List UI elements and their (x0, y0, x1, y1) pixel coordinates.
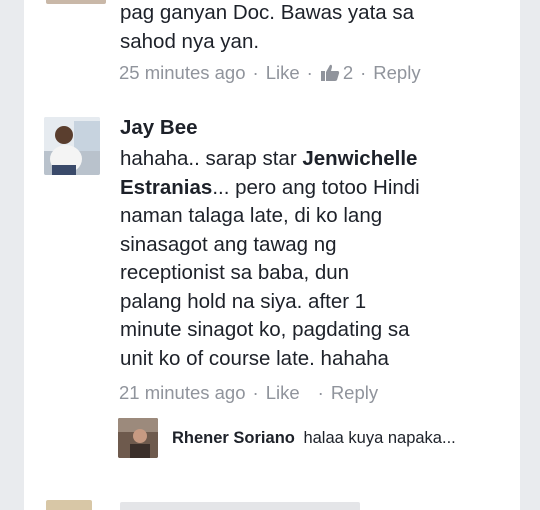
top-comment-reply-button[interactable]: Reply (373, 62, 420, 83)
comment-line: minute sinagot ko, pagdating sa (120, 318, 410, 341)
comment-line: unit ko of course late. hahaha (120, 346, 389, 370)
reply-avatar[interactable] (118, 418, 158, 458)
next-comment-avatar[interactable] (46, 500, 92, 510)
tagged-user-link[interactable]: Jenwichelle (302, 147, 417, 170)
comment-line-2: Estranias... pero ang totoo Hindi (120, 174, 512, 203)
comment-text-cont: ... pero ang totoo Hindi (212, 175, 420, 199)
comment-line-1: hahaha.. sarap star Jenwichelle (120, 145, 512, 174)
jay-bee-comment: Jay Bee hahaha.. sarap star Jenwichelle … (120, 114, 512, 373)
tagged-user-link-cont[interactable]: Estranias (120, 176, 212, 199)
top-comment-avatar[interactable] (46, 0, 106, 4)
commenter-name[interactable]: Jay Bee (120, 114, 512, 142)
jay-bee-avatar[interactable] (44, 117, 100, 175)
comment-text-start: hahaha.. sarap star (120, 147, 303, 170)
reply-snippet: halaa kuya napaka... (303, 429, 456, 447)
separator-dot: · (252, 62, 259, 83)
reply-preview[interactable]: Rhener Soriano halaa kuya napaka... (172, 429, 456, 448)
comment-meta: 21 minutes ago · Like · Reply (119, 381, 378, 405)
separator-dot: · (306, 62, 313, 83)
comment-line: palang hold na siya. after 1 (120, 289, 367, 313)
reaction-count[interactable]: 2 (343, 62, 353, 83)
top-comment-line-1: pag ganyan Doc. Bawas yata sa (120, 1, 415, 24)
person-photo-icon (118, 418, 158, 458)
person-photo-icon (44, 117, 100, 175)
top-comment-meta: 25 minutes ago · Like · 2 · Reply (119, 61, 421, 88)
separator-dot: · (360, 62, 367, 83)
comment-timestamp[interactable]: 21 minutes ago (119, 382, 246, 403)
comment-line: naman talaga late, di ko lang (120, 204, 383, 227)
top-comment-like-button[interactable]: Like (266, 62, 300, 83)
comments-panel: pag ganyan Doc. Bawas yata sa sahod nya … (24, 0, 520, 510)
top-comment-line-2: sahod nya yan. (120, 29, 260, 53)
comment-line: sinasagot ang tawag ng (120, 232, 337, 256)
comment-line: receptionist sa baba, dun (120, 261, 350, 284)
reply-author-name[interactable]: Rhener Soriano (172, 429, 295, 447)
next-comment-name-fragment (120, 502, 360, 510)
thumbs-up-icon[interactable] (320, 64, 340, 88)
comment-reply-button[interactable]: Reply (331, 382, 378, 403)
separator-dot: · (252, 382, 259, 403)
top-comment-body: pag ganyan Doc. Bawas yata sa sahod nya … (120, 0, 510, 56)
comment-like-button[interactable]: Like (266, 382, 300, 403)
top-comment-timestamp[interactable]: 25 minutes ago (119, 62, 246, 83)
separator-dot: · (317, 382, 324, 403)
